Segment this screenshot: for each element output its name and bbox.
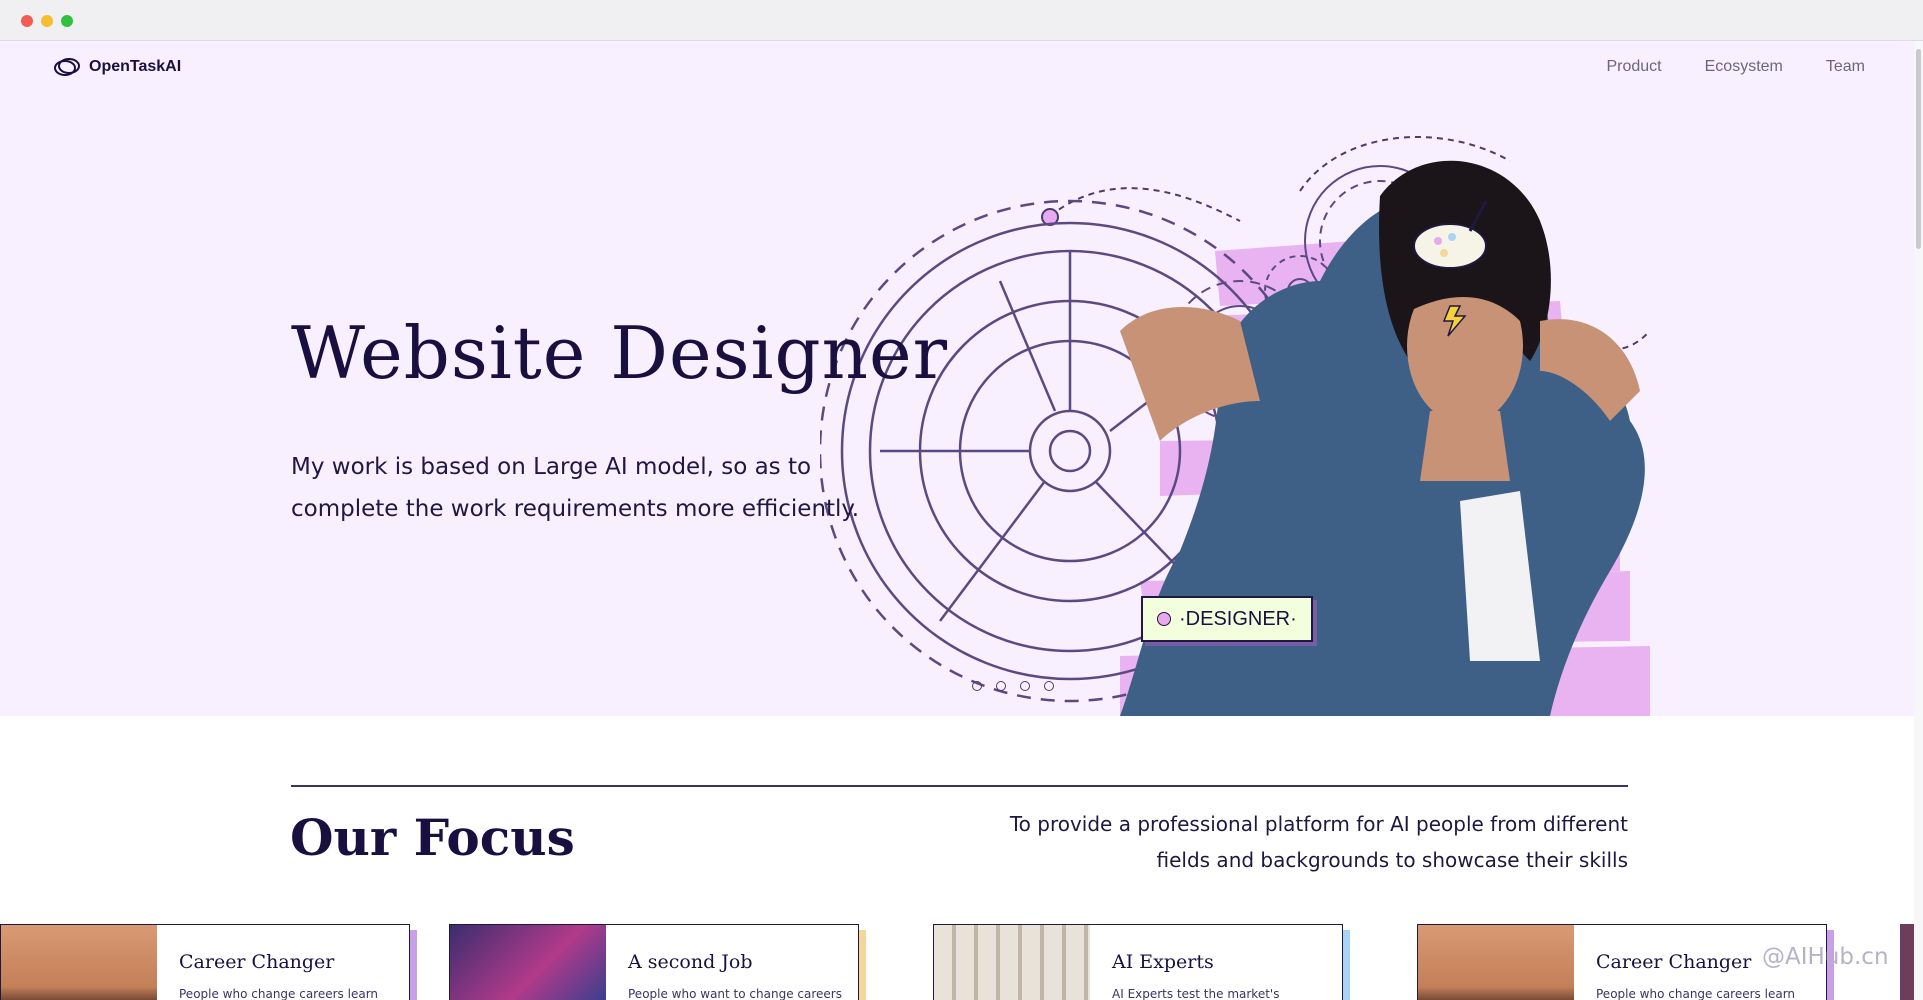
- card-title: Career Changer: [179, 951, 335, 973]
- focus-card-ai-experts[interactable]: AI Experts AI Experts test the market's: [933, 924, 1343, 1000]
- card-image: [1, 925, 157, 1000]
- next-card-peek[interactable]: [1900, 924, 1914, 1000]
- minimize-window-button[interactable]: [41, 15, 53, 27]
- page-scrollbar[interactable]: [1914, 41, 1923, 1000]
- watermark: @AIHub.cn: [1762, 944, 1889, 970]
- focus-card-second-job[interactable]: A second Job People who want to change c…: [449, 924, 859, 1000]
- focus-card-career-changer[interactable]: Career Changer People who change careers…: [0, 924, 410, 1000]
- logo-text: OpenTaskAI: [89, 58, 182, 75]
- badge-dot-icon: [1157, 612, 1171, 626]
- badge-label: ·DESIGNER·: [1179, 607, 1297, 630]
- carousel-dot-1[interactable]: [972, 681, 982, 691]
- window-titlebar: [0, 0, 1923, 41]
- card-text: People who change careers learn: [179, 987, 379, 1000]
- hero-section: OpenTaskAI Product Ecosystem Team Websit…: [0, 41, 1914, 716]
- close-window-button[interactable]: [21, 15, 33, 27]
- card-title: AI Experts: [1112, 951, 1214, 973]
- focus-cards: Career Changer People who change careers…: [0, 924, 1914, 1000]
- logo-link[interactable]: OpenTaskAI: [53, 56, 181, 78]
- card-image: [1418, 925, 1574, 1000]
- focus-title: Our Focus: [290, 808, 575, 867]
- card-text: People who change careers learn: [1596, 987, 1796, 1000]
- carousel-dot-4[interactable]: [1044, 681, 1054, 691]
- top-navbar: OpenTaskAI Product Ecosystem Team: [0, 41, 1914, 97]
- nav-links: Product Ecosystem Team: [1606, 58, 1865, 76]
- carousel-dots: [972, 681, 1054, 691]
- nav-link-team[interactable]: Team: [1826, 58, 1865, 76]
- carousel-dot-3[interactable]: [1020, 681, 1030, 691]
- focus-description: To provide a professional platform for A…: [1009, 812, 1628, 872]
- nav-link-ecosystem[interactable]: Ecosystem: [1705, 58, 1783, 76]
- hero-title: Website Designer: [291, 311, 949, 395]
- logo-icon: [54, 58, 80, 76]
- card-title: A second Job: [628, 951, 753, 973]
- card-text: AI Experts test the market's: [1112, 987, 1280, 1000]
- card-text: People who want to change careers: [628, 987, 842, 1000]
- card-image: [934, 925, 1090, 1000]
- zoom-window-button[interactable]: [61, 15, 73, 27]
- scrollbar-thumb[interactable]: [1916, 49, 1921, 249]
- designer-badge: ·DESIGNER·: [1141, 596, 1313, 642]
- card-image: [450, 925, 606, 1000]
- carousel-dot-2[interactable]: [996, 681, 1006, 691]
- hero-description: My work is based on Large AI model, so a…: [291, 454, 860, 522]
- nav-link-product[interactable]: Product: [1606, 58, 1661, 76]
- section-divider: [291, 785, 1628, 787]
